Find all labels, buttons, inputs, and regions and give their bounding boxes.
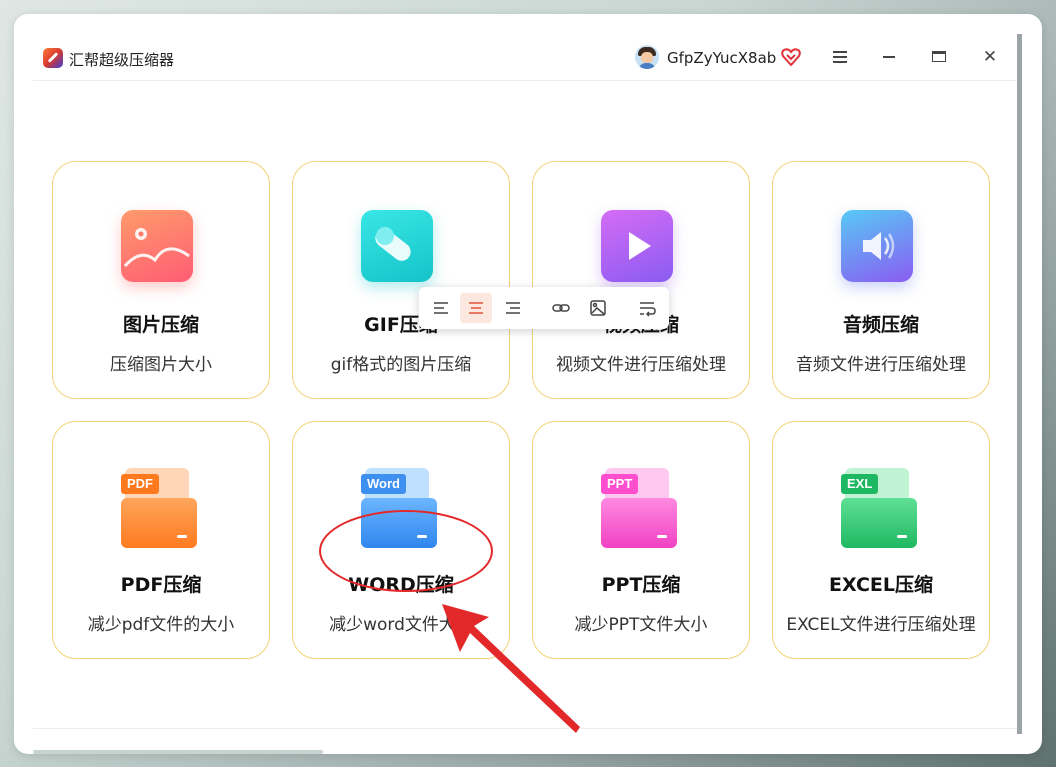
card-title: EXCEL压缩: [829, 574, 933, 596]
link-icon[interactable]: [545, 293, 577, 323]
card-desc: 减少PPT文件大小: [574, 615, 708, 635]
excel-folder-icon: EXL: [841, 468, 919, 550]
text-wrap-icon[interactable]: [631, 293, 663, 323]
ppt-folder-icon: PPT: [601, 468, 679, 550]
app-logo-icon: [43, 48, 63, 68]
card-desc: 压缩图片大小: [110, 355, 212, 375]
card-video-compress[interactable]: 视频压缩 视频文件进行压缩处理: [532, 161, 750, 399]
align-left-icon[interactable]: [425, 293, 457, 323]
app-title: 汇帮超级压缩器: [69, 51, 175, 69]
card-desc: 减少pdf文件的大小: [87, 615, 235, 635]
card-desc: 视频文件进行压缩处理: [556, 355, 726, 375]
card-title: 图片压缩: [122, 314, 199, 336]
card-pdf-compress[interactable]: PDF PDF压缩 减少pdf文件的大小: [52, 421, 270, 659]
speaker-icon: [841, 210, 913, 282]
card-desc: 音频文件进行压缩处理: [796, 355, 966, 375]
bottom-scroll-indicator: [33, 750, 323, 754]
card-gif-compress[interactable]: GIF压缩 gif格式的图片压缩: [292, 161, 510, 399]
card-ppt-compress[interactable]: PPT PPT压缩 减少PPT文件大小: [532, 421, 750, 659]
video-play-icon: [601, 210, 673, 282]
pdf-folder-icon: PDF: [121, 468, 199, 550]
username[interactable]: GfpZyYucX8ab: [667, 49, 776, 67]
red-highlight-ellipse: [319, 510, 493, 592]
card-title: PPT压缩: [601, 574, 681, 596]
vip-heart-icon[interactable]: [781, 48, 801, 66]
card-desc: 减少word文件大小: [329, 615, 473, 635]
footer-divider: [33, 728, 1017, 729]
image-insert-icon[interactable]: [582, 293, 614, 323]
align-center-icon[interactable]: [460, 293, 492, 323]
align-right-icon[interactable]: [497, 293, 529, 323]
gif-icon: [361, 210, 433, 282]
card-desc: EXCEL文件进行压缩处理: [786, 615, 976, 635]
image-icon: [121, 210, 193, 282]
minimize-button[interactable]: [875, 44, 905, 70]
format-toolbar: [419, 287, 669, 329]
title-bar: 汇帮超级压缩器 GfpZyYucX8ab ✕: [33, 34, 1017, 81]
menu-button[interactable]: [825, 44, 855, 70]
close-button[interactable]: ✕: [975, 44, 1005, 70]
card-excel-compress[interactable]: EXL EXCEL压缩 EXCEL文件进行压缩处理: [772, 421, 990, 659]
card-desc: gif格式的图片压缩: [330, 355, 472, 375]
app-window: 汇帮超级压缩器 GfpZyYucX8ab ✕ 图片压缩 压缩图片大小 GIF压缩…: [33, 34, 1022, 734]
card-title: PDF压缩: [120, 574, 202, 596]
maximize-button[interactable]: [925, 44, 955, 70]
card-title: 音频压缩: [842, 314, 919, 336]
user-avatar[interactable]: [635, 45, 659, 69]
card-image-compress[interactable]: 图片压缩 压缩图片大小: [52, 161, 270, 399]
card-audio-compress[interactable]: 音频压缩 音频文件进行压缩处理: [772, 161, 990, 399]
